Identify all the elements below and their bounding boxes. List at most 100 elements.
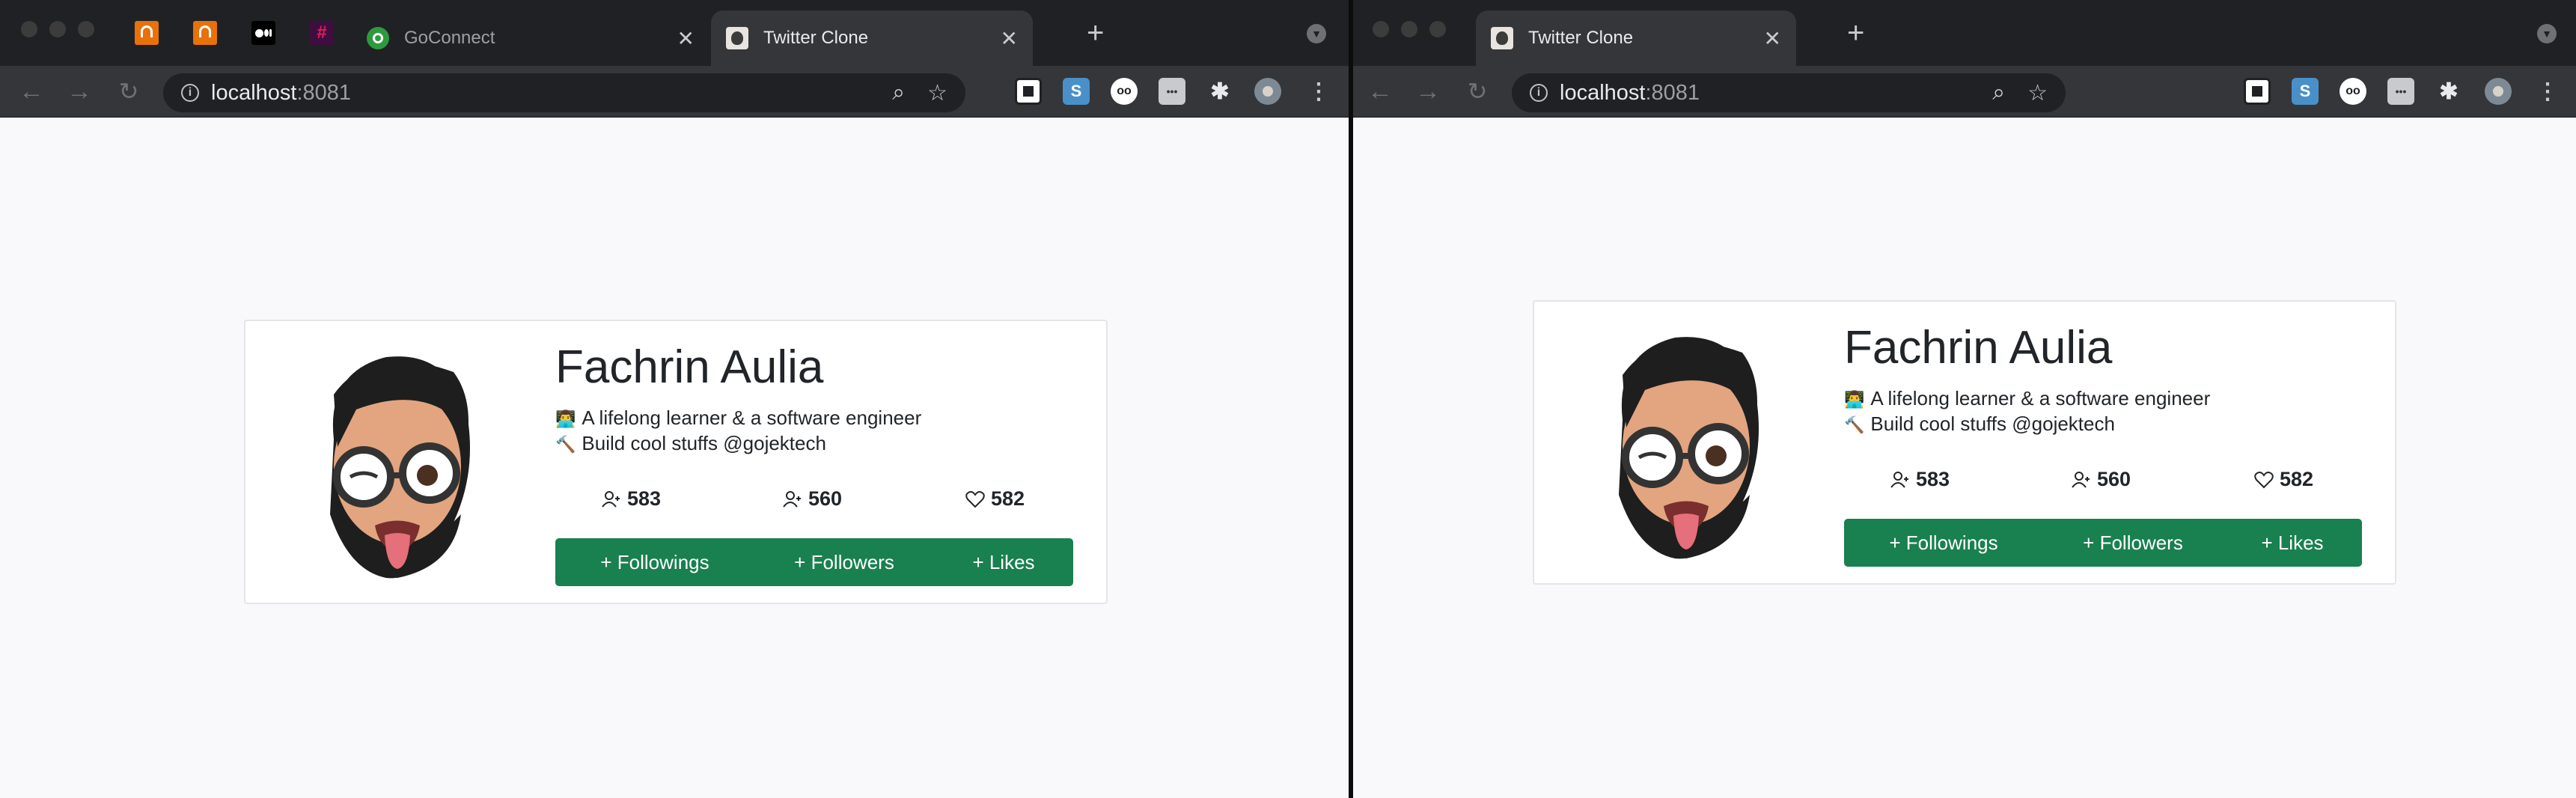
followers-button[interactable]: + Followers	[754, 538, 934, 586]
bio-text-2: Build cool stuffs @gojektech	[582, 432, 826, 454]
tab-title: GoConnect	[404, 28, 495, 48]
tab-strip: Twitter Clone ✕ + ▼	[1353, 0, 2576, 66]
followings-button[interactable]: + Followings	[1844, 519, 2043, 567]
close-tab-icon[interactable]: ✕	[1001, 26, 1018, 51]
user-plus-icon	[1890, 471, 1908, 488]
url-port: :8081	[1645, 80, 1700, 105]
tab-search-icon[interactable]: ▼	[2537, 24, 2557, 43]
extensions-puzzle-icon[interactable]: ✱	[2435, 78, 2462, 105]
menu-kebab-icon[interactable]: ⋮	[2534, 78, 2561, 105]
profile-name: Fachrin Aulia	[1844, 322, 2113, 374]
twitter-clone-favicon	[1491, 27, 1513, 49]
user-plus-icon	[602, 490, 620, 508]
url-host: localhost	[1560, 80, 1646, 105]
likes-button[interactable]: + Likes	[2223, 519, 2362, 567]
tab-search-icon[interactable]: ▼	[1307, 24, 1326, 43]
profile-avatar-icon[interactable]	[1254, 78, 1281, 105]
technologist-emoji-icon: 👨‍💻	[555, 409, 576, 428]
likes-button[interactable]: + Likes	[934, 538, 1073, 586]
menu-kebab-icon[interactable]: ⋮	[1305, 78, 1332, 105]
followings-count: 583	[602, 487, 661, 511]
heart-icon	[965, 490, 985, 508]
pinned-tab-3[interactable]	[248, 18, 278, 48]
s-extension-icon[interactable]: S	[1063, 78, 1090, 105]
bio-line-1: 👨‍💻 A lifelong learner & a software engin…	[1844, 387, 2210, 410]
profile-name: Fachrin Aulia	[555, 341, 824, 393]
likes-value: 582	[991, 487, 1025, 510]
likes-count: 582	[965, 487, 1025, 511]
browser-window-right: Twitter Clone ✕ + ▼ ← → ↻ i localhost:80…	[1353, 0, 2576, 798]
medium-icon	[251, 21, 275, 45]
pinned-tab-4[interactable]: #	[307, 18, 337, 48]
eyes-extension-icon[interactable]: oo	[2340, 78, 2366, 105]
chat-extension-icon[interactable]: •••	[2387, 78, 2414, 105]
tab-title: Twitter Clone	[763, 28, 869, 48]
user-plus-icon	[2072, 471, 2090, 488]
chat-extension-icon[interactable]: •••	[1159, 78, 1185, 105]
reload-icon[interactable]: ↻	[1461, 75, 1494, 108]
url-host: localhost	[211, 80, 297, 105]
action-bar: + Followings + Followers + Likes	[1844, 519, 2362, 567]
likes-value: 582	[2280, 468, 2314, 490]
followings-value: 583	[627, 487, 662, 510]
forward-icon[interactable]: →	[1411, 75, 1444, 108]
likes-count: 582	[2254, 468, 2313, 491]
qr-code-extension-icon[interactable]	[2244, 78, 2271, 105]
hammer-emoji-icon: 🔨	[555, 435, 576, 454]
bio-line-2: 🔨 Build cool stuffs @gojektech	[555, 432, 826, 455]
reload-icon[interactable]: ↻	[112, 75, 145, 108]
address-bar[interactable]: i localhost:8081 ⌕ ☆	[163, 73, 965, 112]
bookmark-star-icon[interactable]: ☆	[927, 80, 947, 106]
followings-button[interactable]: + Followings	[555, 538, 754, 586]
eyes-extension-icon[interactable]: oo	[1111, 78, 1138, 105]
close-tab-icon[interactable]: ✕	[677, 26, 695, 51]
followers-button[interactable]: + Followers	[2043, 519, 2223, 567]
window-maximize-dot[interactable]	[78, 21, 94, 37]
pinned-tab-2[interactable]	[190, 18, 220, 48]
followings-value: 583	[1916, 468, 1950, 490]
browser-toolbar: ← → ↻ i localhost:8081 ⌕ ☆ S oo ••• ✱ ⋮	[0, 66, 1349, 118]
bio-line-2: 🔨 Build cool stuffs @gojektech	[1844, 412, 2115, 436]
zoom-icon[interactable]: ⌕	[892, 80, 905, 106]
back-icon[interactable]: ←	[1364, 75, 1397, 108]
tab-twitter-clone[interactable]: Twitter Clone ✕	[711, 10, 1033, 66]
bio-line-1: 👨‍💻 A lifelong learner & a software engin…	[555, 406, 921, 430]
memoji-avatar	[1619, 337, 1759, 559]
window-minimize-dot[interactable]	[49, 21, 66, 37]
bookmark-star-icon[interactable]: ☆	[2027, 80, 2048, 106]
orange-app-icon	[135, 21, 159, 45]
technologist-emoji-icon: 👨‍💻	[1844, 390, 1865, 409]
window-close-dot[interactable]	[21, 21, 37, 37]
bio-text-1: A lifelong learner & a software engineer	[582, 406, 922, 429]
window-minimize-dot[interactable]	[1401, 21, 1417, 37]
site-info-icon[interactable]: i	[1530, 84, 1548, 102]
new-tab-icon[interactable]: +	[1087, 18, 1104, 48]
back-icon[interactable]: ←	[15, 75, 48, 108]
browser-window-left: # GoConnect ✕ Twitter Clone ✕ + ▼ ← → ↻ …	[0, 0, 1349, 798]
new-tab-icon[interactable]: +	[1847, 18, 1864, 48]
orange-app-icon	[193, 21, 217, 45]
profile-card: Fachrin Aulia 👨‍💻 A lifelong learner & a …	[1533, 300, 2396, 585]
tab-goconnect[interactable]: GoConnect ✕	[352, 10, 709, 66]
address-bar[interactable]: i localhost:8081 ⌕ ☆	[1512, 73, 2066, 112]
profile-card: Fachrin Aulia 👨‍💻 A lifelong learner & a …	[244, 320, 1108, 604]
url-port: :8081	[296, 80, 352, 105]
qr-code-extension-icon[interactable]	[1015, 78, 1042, 105]
page-viewport: Fachrin Aulia 👨‍💻 A lifelong learner & a …	[0, 118, 1349, 798]
window-maximize-dot[interactable]	[1429, 21, 1446, 37]
pinned-tab-1[interactable]	[132, 18, 162, 48]
followings-count: 583	[1890, 468, 1950, 491]
window-close-dot[interactable]	[1373, 21, 1389, 37]
extensions-puzzle-icon[interactable]: ✱	[1206, 78, 1233, 105]
tab-twitter-clone[interactable]: Twitter Clone ✕	[1476, 10, 1796, 66]
followers-count: 560	[783, 487, 842, 511]
slack-icon: #	[310, 21, 334, 45]
s-extension-icon[interactable]: S	[2292, 78, 2319, 105]
close-tab-icon[interactable]: ✕	[1764, 26, 1781, 51]
site-info-icon[interactable]: i	[181, 84, 199, 102]
profile-avatar-icon[interactable]	[2485, 78, 2512, 105]
twitter-clone-favicon	[726, 27, 748, 49]
zoom-icon[interactable]: ⌕	[1992, 80, 2005, 106]
bio-text-1: A lifelong learner & a software engineer	[1870, 387, 2211, 409]
forward-icon[interactable]: →	[63, 75, 96, 108]
